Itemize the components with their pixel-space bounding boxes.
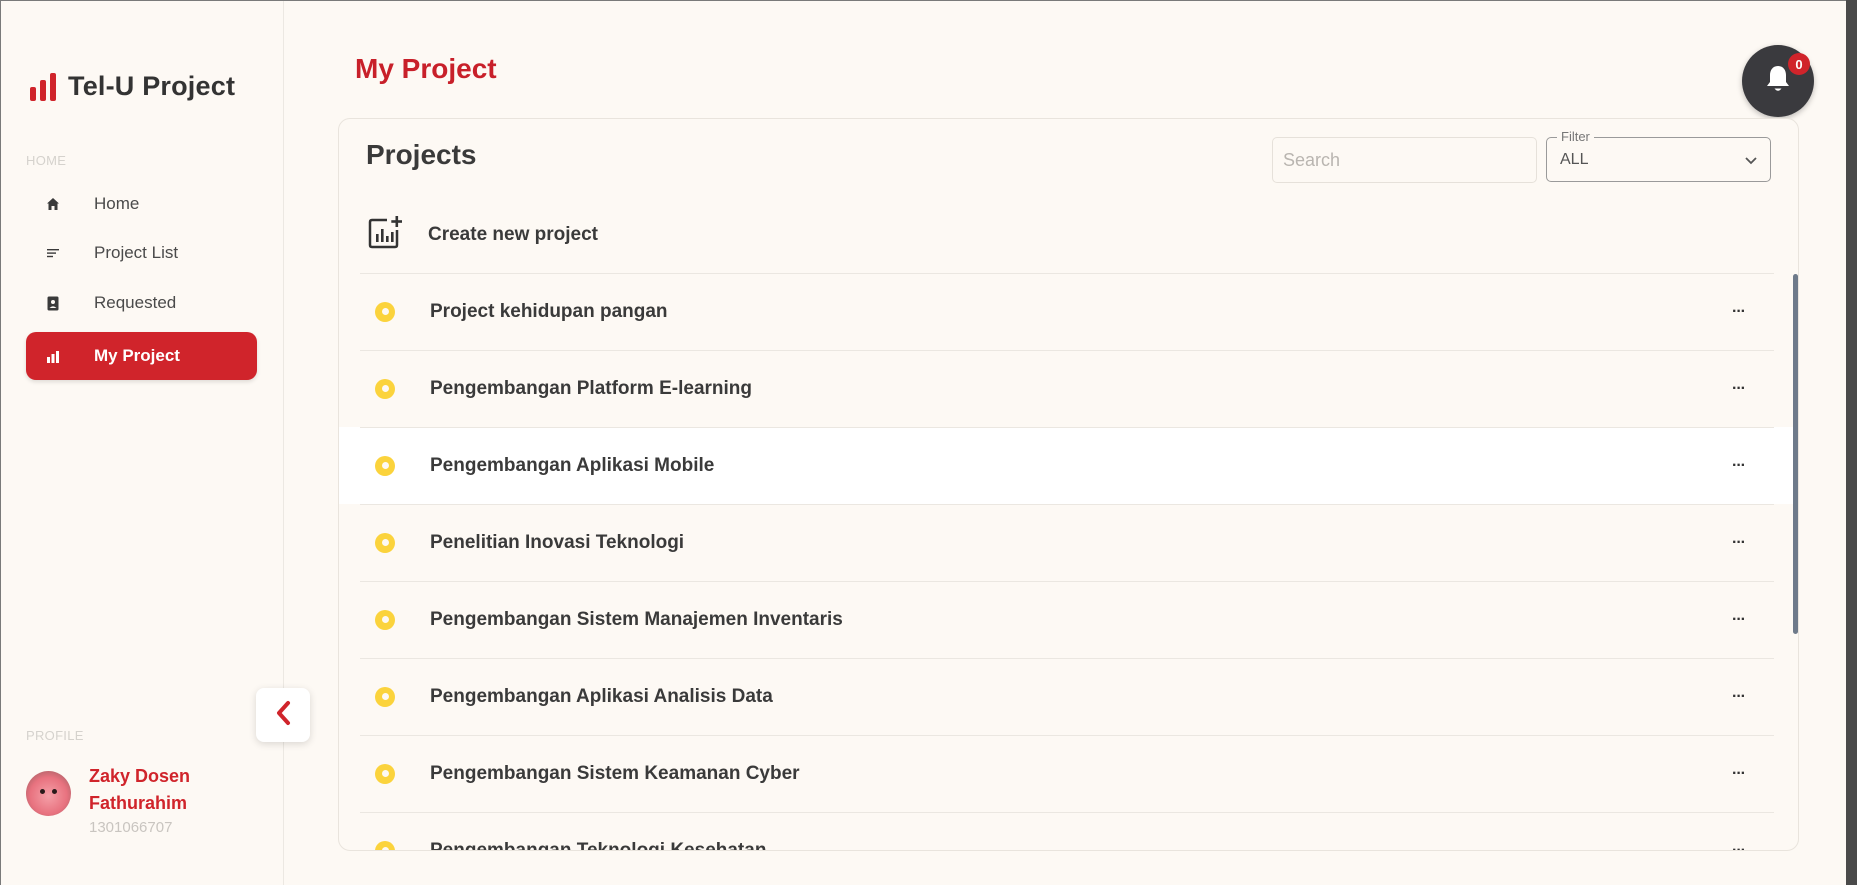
sidebar-item-label: My Project: [94, 346, 180, 365]
bar-chart-logo-icon: [30, 72, 56, 101]
user-profile[interactable]: Zaky Dosen Fathurahim 1301066707: [26, 763, 219, 836]
project-row[interactable]: Pengembangan Aplikasi Mobile ···: [339, 427, 1798, 504]
status-dot: [375, 378, 395, 399]
notification-button[interactable]: 0: [1742, 45, 1814, 117]
search-input[interactable]: [1272, 137, 1537, 183]
page-title: My Project: [355, 53, 497, 84]
sidebar: Tel-U Project HOME Home Project List Req…: [1, 1, 284, 885]
project-name: Pengembangan Sistem Manajemen Inventaris: [430, 608, 843, 630]
project-list: Project kehidupan pangan ··· Pengembanga…: [339, 273, 1798, 851]
more-options-icon[interactable]: ···: [1732, 688, 1746, 706]
filter-value: ALL: [1560, 151, 1589, 168]
create-project-button[interactable]: Create new project: [368, 215, 598, 254]
sidebar-item-home[interactable]: Home: [26, 180, 257, 228]
project-name: Pengembangan Teknologi Kesehatan: [430, 839, 767, 851]
avatar: [26, 771, 71, 816]
status-dot: [375, 301, 395, 322]
sidebar-item-my-project[interactable]: My Project: [26, 332, 257, 380]
collapse-sidebar-button[interactable]: [256, 688, 310, 742]
more-options-icon[interactable]: ···: [1732, 303, 1746, 321]
list-scrollbar[interactable]: [1793, 274, 1798, 634]
sidebar-item-requested[interactable]: Requested: [26, 279, 257, 327]
more-options-icon[interactable]: ···: [1732, 765, 1746, 783]
profile-section-label: PROFILE: [26, 728, 84, 743]
more-options-icon[interactable]: ···: [1732, 534, 1746, 552]
status-dot: [375, 455, 395, 476]
sidebar-item-label: Project List: [94, 243, 179, 262]
chevron-left-icon: [275, 700, 291, 731]
profile-name: Zaky Dosen Fathurahim: [89, 766, 191, 813]
app-title: Tel-U Project: [68, 71, 236, 101]
document-person-icon: [40, 296, 66, 311]
project-name: Penelitian Inovasi Teknologi: [430, 531, 685, 553]
sidebar-item-label: Home: [94, 194, 140, 213]
status-dot: [375, 686, 395, 707]
create-project-label: Create new project: [428, 223, 598, 245]
project-name: Project kehidupan pangan: [430, 300, 668, 322]
profile-id: 1301066707: [89, 819, 173, 836]
projects-card-title: Projects: [366, 139, 477, 170]
notification-count-badge: 0: [1788, 53, 1810, 75]
status-dot: [375, 609, 395, 630]
app-logo[interactable]: Tel-U Project: [30, 71, 235, 102]
projects-card: Projects Filter ALL Create new project P…: [338, 118, 1799, 851]
list-icon: [40, 247, 66, 259]
filter-select[interactable]: Filter ALL: [1546, 129, 1771, 182]
more-options-icon[interactable]: ···: [1732, 380, 1746, 398]
more-options-icon[interactable]: ···: [1732, 457, 1746, 475]
chevron-down-icon: [1744, 153, 1758, 171]
project-row[interactable]: Pengembangan Teknologi Kesehatan ···: [339, 812, 1798, 851]
status-dot: [375, 763, 395, 784]
project-row[interactable]: Pengembangan Aplikasi Analisis Data ···: [339, 658, 1798, 735]
project-row[interactable]: Project kehidupan pangan ···: [339, 273, 1798, 350]
project-name: Pengembangan Platform E-learning: [430, 377, 752, 399]
add-chart-icon: [368, 215, 403, 254]
sidebar-item-project-list[interactable]: Project List: [26, 229, 257, 277]
sidebar-item-label: Requested: [94, 293, 177, 312]
project-row[interactable]: Pengembangan Platform E-learning ···: [339, 350, 1798, 427]
status-dot: [375, 840, 395, 850]
project-name: Pengembangan Sistem Keamanan Cyber: [430, 762, 800, 784]
filter-label: Filter: [1557, 129, 1594, 144]
project-row[interactable]: Penelitian Inovasi Teknologi ···: [339, 504, 1798, 581]
home-icon: [40, 197, 66, 211]
project-row[interactable]: Pengembangan Sistem Keamanan Cyber ···: [339, 735, 1798, 812]
project-name: Pengembangan Aplikasi Analisis Data: [430, 685, 773, 707]
window-frame-right: [1846, 0, 1857, 885]
project-row[interactable]: Pengembangan Sistem Manajemen Inventaris…: [339, 581, 1798, 658]
status-dot: [375, 532, 395, 553]
more-options-icon[interactable]: ···: [1732, 842, 1746, 851]
project-name: Pengembangan Aplikasi Mobile: [430, 454, 715, 476]
home-section-label: HOME: [26, 153, 67, 168]
bar-chart-icon: [40, 350, 66, 363]
bell-icon: [1764, 64, 1792, 99]
more-options-icon[interactable]: ···: [1732, 611, 1746, 629]
